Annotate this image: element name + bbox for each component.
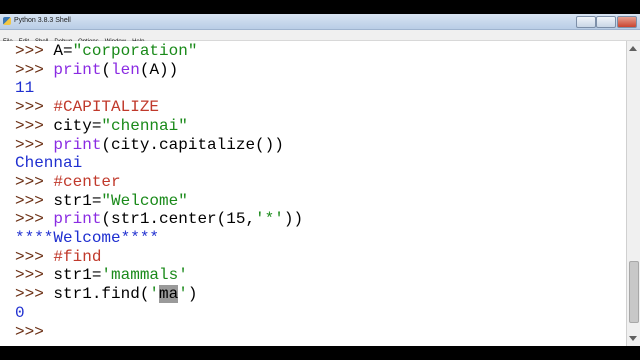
minimize-button[interactable] (576, 16, 596, 28)
shell-input-line: >>> str1='mammals' (15, 266, 188, 285)
vertical-scrollbar[interactable] (626, 41, 640, 346)
code-token: "Welcome" (101, 191, 188, 210)
output-text: 0 (15, 303, 25, 322)
prompt-marker: >>> (15, 210, 54, 229)
shell-input-line: >>> A="corporation" (15, 42, 197, 61)
shell-input-line: >>> print(str1.center(15,'*')) (15, 210, 303, 229)
code-token: "corporation" (72, 42, 198, 60)
prompt-marker: >>> (15, 60, 54, 79)
code-token: ' (149, 285, 160, 304)
shell-output-line: 0 (15, 304, 25, 323)
scroll-down-arrow-icon[interactable] (629, 336, 637, 341)
code-token: ' (178, 285, 188, 304)
code-token: #center (53, 172, 121, 191)
shell-input-line: >>> print(city.capitalize()) (15, 136, 284, 155)
output-text: ****Welcome**** (15, 229, 160, 247)
code-token: "chennai" (101, 116, 188, 135)
maximize-button[interactable] (596, 16, 616, 28)
prompt-marker: >>> (15, 98, 54, 117)
output-text: 11 (15, 79, 35, 98)
shell-input-line: >>> #center (15, 173, 121, 192)
code-token: '*' (255, 210, 284, 229)
code-token: A= (53, 42, 73, 60)
prompt-marker: >>> (15, 191, 54, 210)
prompt-marker: >>> (15, 247, 54, 266)
code-token: #CAPITALIZE (53, 98, 160, 117)
code-token: ) (187, 285, 198, 304)
shell-input-line: >>> #find (15, 248, 101, 267)
code-token: 'mammals' (101, 266, 188, 285)
shell-input-line: >>> str1.find('ma') (15, 285, 197, 304)
close-button[interactable] (617, 16, 637, 28)
prompt-marker: >>> (15, 172, 54, 191)
code-token: (A)) (139, 60, 179, 79)
shell-input-line: >>> str1="Welcome" (15, 192, 188, 211)
shell-input-line: >>> #CAPITALIZE (15, 98, 159, 117)
code-token: ( (101, 60, 112, 79)
prompt-marker: >>> (15, 266, 54, 285)
code-token: len (111, 60, 140, 79)
prompt-marker: >>> (15, 322, 54, 341)
code-token: print (53, 210, 102, 229)
shell-current-prompt: >>> (15, 323, 53, 342)
code-token: (str1.center(15, (101, 210, 256, 229)
code-token: #find (53, 247, 102, 266)
output-text: Chennai (15, 154, 83, 173)
code-token: print (53, 60, 102, 79)
code-token: str1= (53, 191, 102, 210)
window-title: Python 3.8.3 Shell (14, 17, 71, 24)
python-icon (3, 17, 11, 25)
shell-input-line: >>> city="chennai" (15, 117, 188, 136)
code-token: (city.capitalize()) (101, 135, 284, 154)
menu-bar: FileEditShellDebugOptionsWindowHelp (0, 30, 640, 45)
prompt-marker: >>> (15, 285, 54, 304)
shell-input-line: >>> print(len(A)) (15, 61, 178, 80)
title-bar[interactable]: Python 3.8.3 Shell (0, 14, 640, 30)
prompt-marker: >>> (15, 116, 54, 135)
scroll-thumb[interactable] (629, 261, 639, 323)
prompt-marker: >>> (15, 135, 54, 154)
shell-output-line: Chennai (15, 154, 82, 173)
shell-output-line: ****Welcome**** (15, 229, 159, 248)
prompt-marker: >>> (15, 42, 54, 60)
code-token: )) (283, 210, 304, 229)
selected-text: ma (159, 285, 179, 304)
code-token: str1= (53, 266, 102, 285)
code-token: print (53, 135, 102, 154)
scroll-up-arrow-icon[interactable] (629, 46, 637, 51)
shell-text-area[interactable]: >>> A="corporation" >>> print(len(A)) 11 >>… (0, 41, 627, 346)
code-token: str1.find( (53, 285, 150, 304)
shell-output-line: 11 (15, 79, 34, 98)
idle-shell-window: Python 3.8.3 Shell FileEditShellDebugOpt… (0, 14, 640, 346)
code-token: city= (53, 116, 102, 135)
